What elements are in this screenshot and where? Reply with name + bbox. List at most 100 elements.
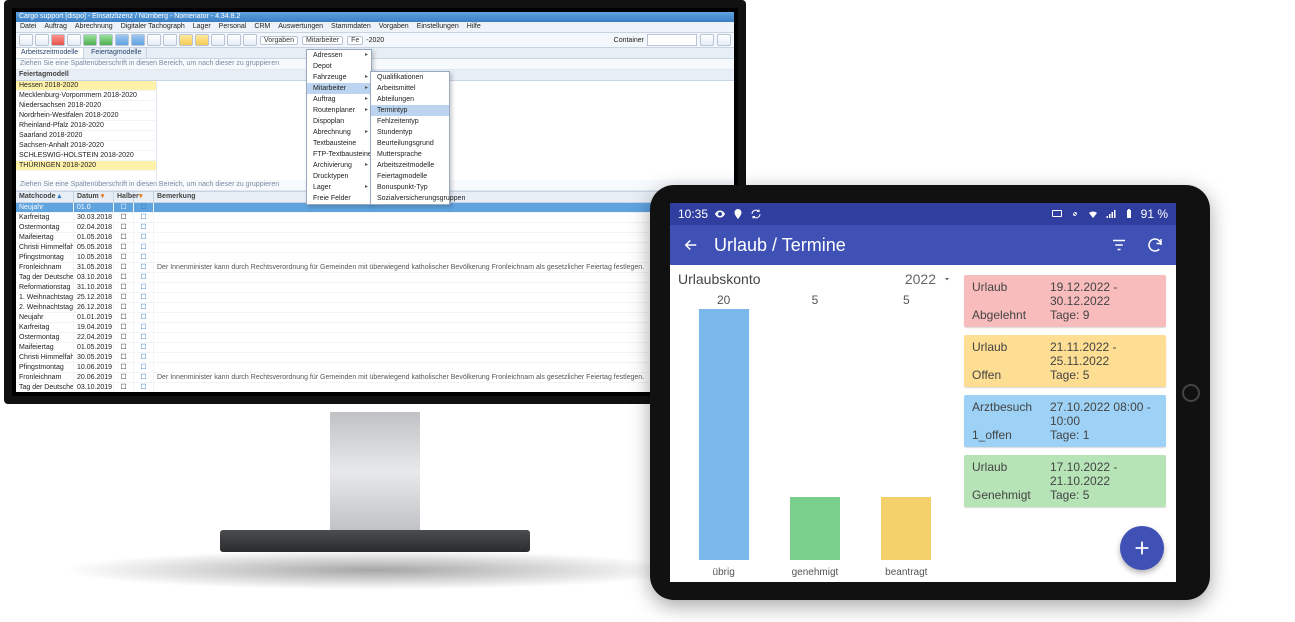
filter-icon[interactable] — [1110, 236, 1128, 254]
menu-item[interactable]: Mitarbeiter — [307, 83, 371, 94]
toolbar-button[interactable] — [35, 34, 49, 46]
breadcrumb-segment[interactable]: Mitarbeiter — [302, 36, 343, 45]
fab-add-button[interactable] — [1120, 526, 1164, 570]
menubar-item[interactable]: Hilfe — [463, 22, 485, 32]
table-row[interactable]: Tag der Deutschen Einheit03.10.2019☐☐ — [16, 383, 734, 392]
menubar-item[interactable]: Digitaler Tachograph — [117, 22, 189, 32]
table-row[interactable]: Pfingstmontag10.06.2019☐☐ — [16, 363, 734, 373]
leave-card[interactable]: Urlaub19.12.2022 - 30.12.2022AbgelehntTa… — [964, 275, 1166, 327]
tab-arbeitszeitmodelle[interactable]: Arbeitszeitmodelle — [16, 48, 84, 58]
grid-col-matchcode[interactable]: Matchcode▴ — [16, 192, 74, 202]
tablet-home-button[interactable] — [1182, 384, 1200, 402]
menu-item[interactable]: Textbausteine — [307, 138, 371, 149]
model-row[interactable]: Saarland 2018-2020 — [16, 131, 156, 141]
menu-item[interactable]: Lager — [307, 182, 371, 193]
menubar-item[interactable]: CRM — [250, 22, 274, 32]
table-row[interactable]: Fronleichnam31.05.2018☐☐Der Innenministe… — [16, 263, 734, 273]
toolbar-button[interactable] — [163, 34, 177, 46]
menu-item[interactable]: Dispoplan — [307, 116, 371, 127]
menu-vorgaben[interactable]: AdressenDepotFahrzeugeMitarbeiterAuftrag… — [306, 49, 372, 205]
menubar-item[interactable]: Datei — [16, 22, 40, 32]
grid-col-datum[interactable]: Datum▾ — [74, 192, 114, 202]
toolbar-button[interactable] — [131, 34, 145, 46]
breadcrumb-segment[interactable]: Fe — [347, 36, 363, 45]
grid-col-halber-tag[interactable]: Halber Tag — [114, 192, 134, 202]
toolbar-button[interactable] — [147, 34, 161, 46]
table-row[interactable]: Karfreitag30.03.2018☐☐ — [16, 213, 734, 223]
menu-item[interactable]: Drucktypen — [307, 171, 371, 182]
table-row[interactable]: Maifeiertag01.05.2018☐☐ — [16, 233, 734, 243]
menubar-item[interactable]: Personal — [215, 22, 251, 32]
menubar-item[interactable]: Lager — [189, 22, 215, 32]
toolbar-button[interactable] — [227, 34, 241, 46]
model-row[interactable]: Nordrhein-Westfalen 2018-2020 — [16, 111, 156, 121]
year-dropdown[interactable]: 2022 — [905, 271, 952, 287]
toolbar-button[interactable] — [83, 34, 97, 46]
menu-item[interactable]: Arbeitsmittel — [371, 83, 449, 94]
toolbar-button[interactable] — [51, 34, 65, 46]
table-row[interactable]: Ostermontag02.04.2018☐☐ — [16, 223, 734, 233]
menu-item[interactable]: Adressen — [307, 50, 371, 61]
menu-item[interactable]: Depot — [307, 61, 371, 72]
model-row[interactable]: THÜRINGEN 2018-2020 — [16, 161, 156, 171]
toolbar-button[interactable] — [195, 34, 209, 46]
menubar-item[interactable]: Einstellungen — [413, 22, 463, 32]
menu-item[interactable]: Fehlzeitentyp — [371, 116, 449, 127]
grid-col-icon[interactable]: ▾ — [134, 192, 154, 202]
model-row[interactable]: Hessen 2018-2020 — [16, 81, 156, 91]
toolbar-button[interactable] — [243, 34, 257, 46]
menu-item[interactable]: Arbeitszeitmodelle — [371, 160, 449, 171]
menubar-item[interactable]: Stammdaten — [327, 22, 375, 32]
container-input[interactable] — [647, 34, 697, 46]
menu-item[interactable]: Auftrag — [307, 94, 371, 105]
table-row[interactable]: Christi Himmelfahrt30.05.2019☐☐ — [16, 353, 734, 363]
leave-card[interactable]: Urlaub21.11.2022 - 25.11.2022OffenTage: … — [964, 335, 1166, 387]
menu-item[interactable]: Stundentyp — [371, 127, 449, 138]
menu-item[interactable]: Sozialversicherungsgruppen — [371, 193, 449, 204]
back-icon[interactable] — [682, 236, 700, 254]
leave-card[interactable]: Arztbesuch27.10.2022 08:00 - 10:001_offe… — [964, 395, 1166, 447]
menubar-item[interactable]: Abrechnung — [71, 22, 117, 32]
leave-card[interactable]: Urlaub17.10.2022 - 21.10.2022GenehmigtTa… — [964, 455, 1166, 507]
table-row[interactable]: Neujahr01.01.2019☐☐ — [16, 313, 734, 323]
toolbar-button[interactable] — [700, 34, 714, 46]
table-row[interactable]: Christi Himmelfahrt05.05.2018☐☐ — [16, 243, 734, 253]
toolbar-button[interactable] — [717, 34, 731, 46]
menu-item[interactable]: Qualifikationen — [371, 72, 449, 83]
menu-item[interactable]: Abteilungen — [371, 94, 449, 105]
toolbar-button[interactable] — [211, 34, 225, 46]
table-row[interactable]: 2. Weihnachtstag26.12.2018☐☐ — [16, 303, 734, 313]
submenu-mitarbeiter[interactable]: QualifikationenArbeitsmittelAbteilungenT… — [370, 71, 450, 205]
toolbar-button[interactable] — [179, 34, 193, 46]
menu-item[interactable]: Freie Felder — [307, 193, 371, 204]
model-list[interactable]: Hessen 2018-2020Mecklenburg-Vorpommern 2… — [16, 81, 157, 180]
table-row[interactable]: Reformationstag31.10.2018☐☐ — [16, 283, 734, 293]
table-row[interactable]: Maifeiertag01.05.2019☐☐ — [16, 343, 734, 353]
model-row[interactable]: Niedersachsen 2018-2020 — [16, 101, 156, 111]
menubar-item[interactable]: Auftrag — [40, 22, 71, 32]
menubar-item[interactable]: Vorgaben — [375, 22, 413, 32]
menu-item[interactable]: Beurteilungsgrund — [371, 138, 449, 149]
toolbar-button[interactable] — [99, 34, 113, 46]
menu-item[interactable]: Muttersprache — [371, 149, 449, 160]
menubar[interactable]: DateiAuftragAbrechnungDigitaler Tachogra… — [16, 22, 734, 33]
toolbar-button[interactable] — [19, 34, 33, 46]
model-row[interactable]: Rheinland-Pfalz 2018-2020 — [16, 121, 156, 131]
menu-item[interactable]: Feiertagmodelle — [371, 171, 449, 182]
menu-item[interactable]: FTP-Textbausteine — [307, 149, 371, 160]
model-row[interactable]: Mecklenburg-Vorpommern 2018-2020 — [16, 91, 156, 101]
menu-item[interactable]: Abrechnung — [307, 127, 371, 138]
grid-body[interactable]: Neujahr01.0☐☐Karfreitag30.03.2018☐☐Oster… — [16, 203, 734, 392]
table-row[interactable]: Fronleichnam20.06.2019☐☐Der Innenministe… — [16, 373, 734, 383]
toolbar-button[interactable] — [67, 34, 81, 46]
model-row[interactable]: SCHLESWIG-HOLSTEIN 2018-2020 — [16, 151, 156, 161]
tab-feiertagmodelle[interactable]: Feiertagmodelle — [86, 48, 147, 58]
menu-item[interactable]: Archivierung — [307, 160, 371, 171]
table-row[interactable]: Karfreitag19.04.2019☐☐ — [16, 323, 734, 333]
table-row[interactable]: Tag der Deutschen Einheit03.10.2018☐☐ — [16, 273, 734, 283]
model-row[interactable]: Sachsen-Anhalt 2018-2020 — [16, 141, 156, 151]
table-row[interactable]: 1. Weihnachtstag25.12.2018☐☐ — [16, 293, 734, 303]
toolbar-button[interactable] — [115, 34, 129, 46]
menu-item[interactable]: Termintyp — [371, 105, 449, 116]
table-row[interactable]: Ostermontag22.04.2019☐☐ — [16, 333, 734, 343]
